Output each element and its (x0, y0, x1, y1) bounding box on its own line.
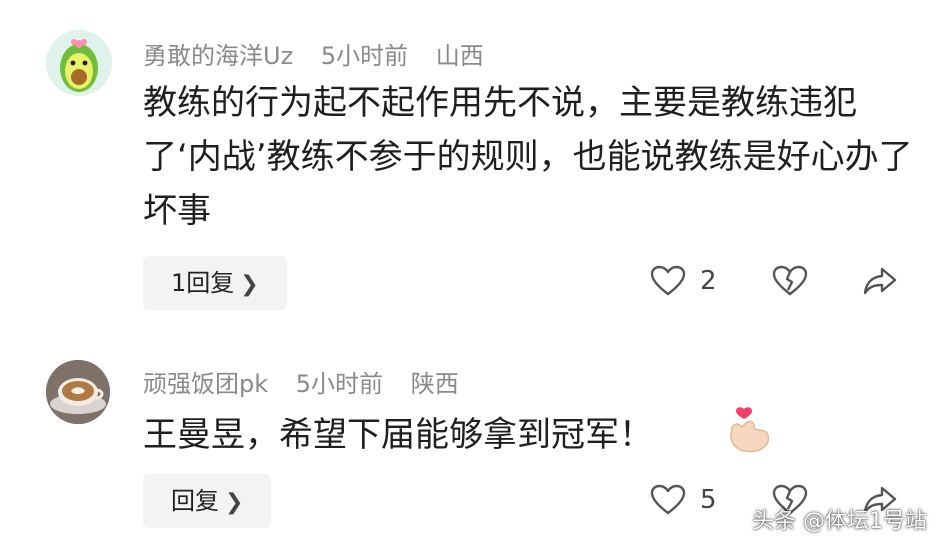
avocado-avatar-icon (46, 30, 112, 96)
comment-meta: 勇敢的海洋Uz 5小时前 山西 (143, 36, 504, 71)
avatar[interactable] (46, 30, 112, 96)
comment-item: 勇敢的海洋Uz 5小时前 山西 教练的行为起不起作用先不说，主要是教练违犯了‘内… (0, 0, 945, 330)
reply-button[interactable]: 回复 ❯ (143, 474, 272, 528)
like-button[interactable]: 2 (650, 265, 717, 297)
reply-button[interactable]: 1回复 ❯ (143, 256, 287, 310)
heart-icon (650, 484, 686, 515)
broken-heart-icon (772, 265, 808, 296)
latte-cup-avatar-icon (46, 360, 110, 424)
reply-label: 1回复 (171, 269, 235, 297)
location: 山西 (435, 42, 484, 70)
reply-label: 回复 (171, 487, 219, 515)
like-button[interactable]: 5 (650, 484, 717, 516)
dislike-button[interactable] (772, 265, 808, 297)
comment-text: 王曼昱，希望下届能够拿到冠军！ (143, 415, 653, 455)
like-count: 5 (700, 485, 717, 515)
username[interactable]: 勇敢的海洋Uz (143, 42, 293, 70)
share-button[interactable] (862, 265, 898, 297)
chevron-right-icon: ❯ (225, 490, 244, 515)
timestamp: 5小时前 (295, 370, 384, 398)
location: 陕西 (410, 370, 459, 398)
share-arrow-icon (863, 267, 897, 295)
heart-icon (650, 265, 686, 296)
timestamp: 5小时前 (320, 42, 409, 70)
finger-heart-emoji (724, 405, 772, 461)
watermark: 头条 @体坛1号站 (752, 509, 927, 534)
chevron-right-icon: ❯ (240, 272, 259, 297)
comment-text: 教练的行为起不起作用先不说，主要是教练违犯了‘内战’教练不参于的规则，也能说教练… (143, 83, 913, 231)
avatar[interactable] (46, 360, 110, 424)
username[interactable]: 顽强饭团pk (143, 370, 268, 398)
like-count: 2 (700, 266, 717, 296)
comment-meta: 顽强饭团pk 5小时前 陕西 (143, 364, 479, 399)
